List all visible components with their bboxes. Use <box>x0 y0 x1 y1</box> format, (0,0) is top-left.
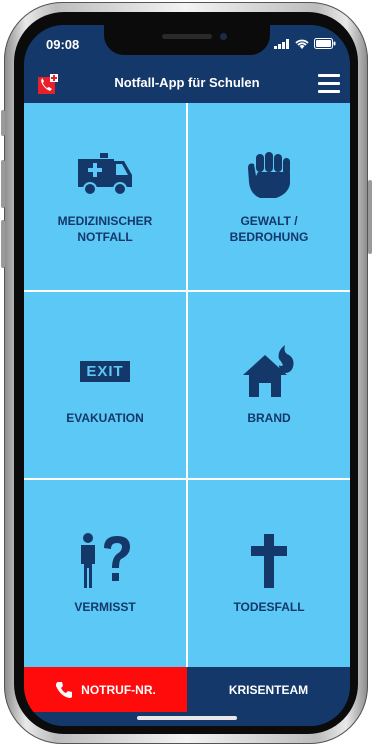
status-time: 09:08 <box>46 37 80 52</box>
mute-switch <box>1 110 5 136</box>
house-fire-icon <box>237 344 301 400</box>
tile-label: EVAKUATION <box>66 410 144 425</box>
tile-label: BRAND <box>247 410 291 425</box>
signal-icon <box>274 38 289 49</box>
status-bar: 09:08 <box>24 25 350 65</box>
cross-icon <box>237 533 301 589</box>
app-header: Notfall-App für Schulen <box>24 65 350 103</box>
battery-icon <box>314 38 336 49</box>
tile-missing-person[interactable]: VERMISST <box>24 480 186 667</box>
hamburger-menu-icon[interactable] <box>318 74 340 94</box>
tile-label: VERMISST <box>74 599 136 614</box>
page-title: Notfall-App für Schulen <box>114 75 260 90</box>
tile-medical-emergency[interactable]: MEDIZINISCHER NOTFALL <box>24 103 186 290</box>
exit-sign-icon: EXIT <box>73 344 137 400</box>
volume-up-button <box>1 160 5 208</box>
crisis-team-button[interactable]: KRISENTEAM <box>187 667 350 712</box>
home-area <box>24 712 350 726</box>
speaker-grille <box>162 34 212 39</box>
app-screen: 09:08 Notfall-App für Schulen MEDIZINISC… <box>24 25 350 726</box>
tile-label: MEDIZINISCHER NOTFALL <box>57 214 153 245</box>
emergency-grid: MEDIZINISCHER NOTFALL GEWALT / BEDROHUNG… <box>24 103 350 667</box>
tile-fire[interactable]: BRAND <box>188 291 350 479</box>
ambulance-icon <box>73 147 137 203</box>
wifi-icon <box>295 39 309 49</box>
emergency-number-label: NOTRUF-NR. <box>81 682 156 697</box>
home-indicator[interactable] <box>137 716 237 720</box>
tile-death[interactable]: TODESFALL <box>188 480 350 667</box>
exit-sign-text: EXIT <box>80 361 130 383</box>
crisis-team-label: KRISENTEAM <box>228 682 309 697</box>
status-indicators <box>274 38 336 49</box>
tile-label: GEWALT / BEDROHUNG <box>229 214 309 245</box>
notch <box>104 25 270 55</box>
volume-down-button <box>1 220 5 268</box>
phone-icon <box>56 681 73 698</box>
tile-label: TODESFALL <box>233 599 305 614</box>
bottom-bar: NOTRUF-NR. KRISENTEAM <box>24 667 350 712</box>
front-camera <box>220 33 227 40</box>
tile-evacuation[interactable]: EXIT EVAKUATION <box>24 291 186 479</box>
emergency-number-button[interactable]: NOTRUF-NR. <box>24 667 187 712</box>
power-button <box>368 180 372 254</box>
fist-icon <box>237 147 301 203</box>
person-question-icon <box>73 532 137 589</box>
tile-violence-threat[interactable]: GEWALT / BEDROHUNG <box>188 103 350 290</box>
